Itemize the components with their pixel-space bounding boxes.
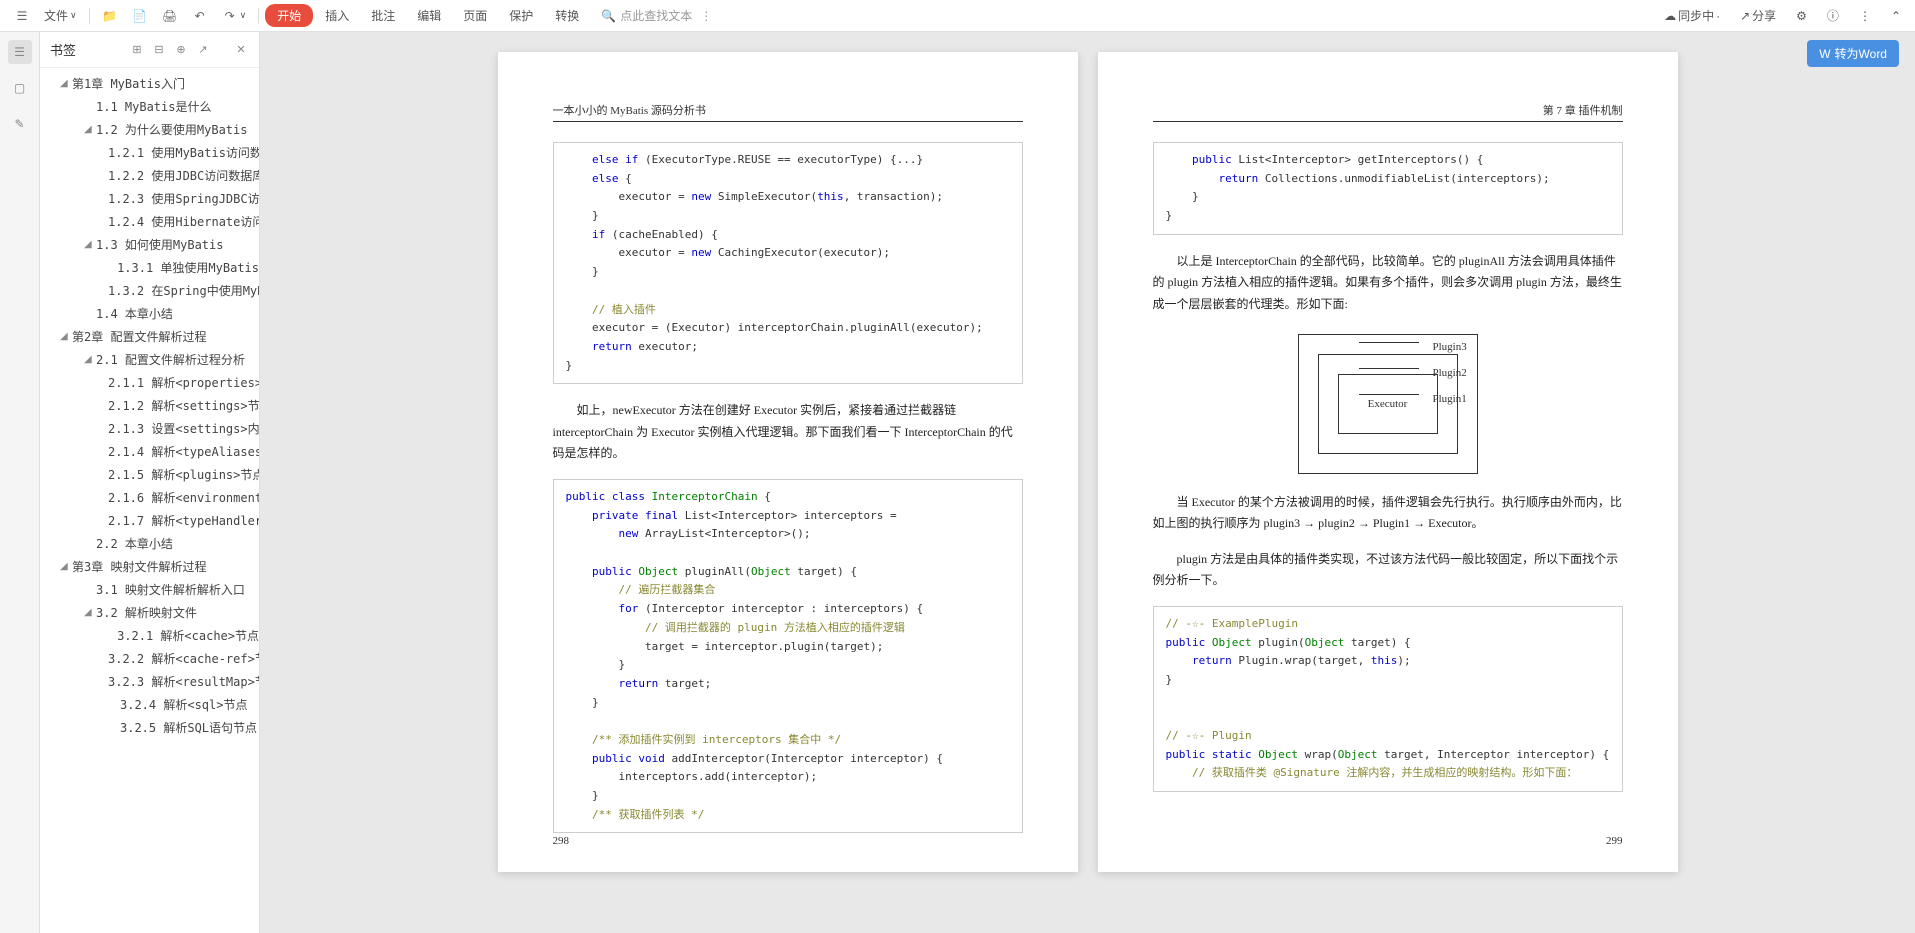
tree-item[interactable]: ◢2.1 配置文件解析过程分析 — [40, 348, 259, 371]
bm-tool-4[interactable]: ↗ — [195, 42, 211, 58]
code-block-1: else if (ExecutorType.REUSE == executorT… — [553, 142, 1023, 384]
code-block-2: public class InterceptorChain { private … — [553, 479, 1023, 833]
chapter-title: 第 7 章 插件机制 — [1543, 102, 1623, 118]
undo-icon[interactable]: ↶ — [186, 4, 214, 28]
tree-item[interactable]: 2.1.1 解析<properties>节点 — [40, 371, 259, 394]
paragraph: 当 Executor 的某个方法被调用的时候，插件逻辑会先行执行。执行顺序由外而… — [1153, 492, 1623, 535]
info-icon[interactable]: ⓘ — [1821, 3, 1845, 28]
tree-item[interactable]: 2.1.3 设置<settings>内容到Co… — [40, 417, 259, 440]
more-icon[interactable]: ⋮ — [1853, 5, 1877, 27]
tab-page[interactable]: 页面 — [453, 3, 497, 28]
save-icon[interactable]: 📄 — [126, 4, 154, 28]
word-icon: W — [1819, 47, 1830, 61]
document-viewport[interactable]: W 转为Word 一本小小的 MyBatis 源码分析书 else if (Ex… — [260, 32, 1915, 933]
side-icon-bar: ☰ ▢ ✎ — [0, 32, 40, 933]
page-number: 299 — [1606, 835, 1623, 847]
bookmarks-title: 书签 — [50, 40, 76, 59]
search-input[interactable]: 🔍 点此查找文本 ⋮ — [601, 7, 712, 24]
tree-item[interactable]: 1.2.4 使用Hibernate访问数据库 — [40, 210, 259, 233]
tree-item[interactable]: 1.2.3 使用SpringJDBC访问数据库 — [40, 187, 259, 210]
tab-review[interactable]: 批注 — [361, 3, 405, 28]
tree-item[interactable]: 1.3.2 在Spring中使用MyBatis — [40, 279, 259, 302]
nesting-diagram: Executor Plugin3 Plugin2 Plugin1 — [1153, 334, 1623, 474]
redo-icon[interactable]: ↷∨ — [216, 4, 253, 28]
tree-item[interactable]: 3.2.5 解析SQL语句节点 — [40, 716, 259, 739]
tree-item[interactable]: 3.2.1 解析<cache>节点 — [40, 624, 259, 647]
share-button[interactable]: ↗ 分享 — [1734, 3, 1782, 28]
tab-convert[interactable]: 转换 — [545, 3, 589, 28]
bm-tool-3[interactable]: ⊕ — [173, 42, 189, 58]
print-icon[interactable]: 🖨 — [156, 4, 184, 28]
book-title: 一本小小的 MyBatis 源码分析书 — [553, 102, 706, 118]
tree-item[interactable]: 1.4 本章小结 — [40, 302, 259, 325]
tree-item[interactable]: 2.1.4 解析<typeAliases>节点 — [40, 440, 259, 463]
convert-word-button[interactable]: W 转为Word — [1807, 40, 1899, 67]
share-icon: ↗ — [1740, 9, 1750, 23]
open-icon[interactable]: 📁 — [96, 4, 124, 28]
bookmarks-icon[interactable]: ☰ — [8, 40, 32, 64]
tree-item[interactable]: 3.1 映射文件解析解析入口 — [40, 578, 259, 601]
tree-item[interactable]: 3.2.4 解析<sql>节点 — [40, 693, 259, 716]
menu-icon[interactable]: ☰ — [8, 4, 36, 28]
page-number: 298 — [553, 835, 570, 847]
attach-icon[interactable]: ✎ — [8, 112, 32, 136]
bookmarks-tree: ◢第1章 MyBatis入门1.1 MyBatis是什么◢1.2 为什么要使用M… — [40, 68, 259, 933]
paragraph: 如上，newExecutor 方法在创建好 Executor 实例后，紧接着通过… — [553, 400, 1023, 465]
tab-insert[interactable]: 插入 — [315, 3, 359, 28]
page-left: 一本小小的 MyBatis 源码分析书 else if (ExecutorTyp… — [498, 52, 1078, 872]
tab-protect[interactable]: 保护 — [499, 3, 543, 28]
tree-item[interactable]: 3.2.3 解析<resultMap>节点 — [40, 670, 259, 693]
bm-tool-2[interactable]: ⊟ — [151, 42, 167, 58]
tree-item[interactable]: ◢1.3 如何使用MyBatis — [40, 233, 259, 256]
file-menu[interactable]: 文件 ∨ — [38, 3, 83, 28]
tab-start[interactable]: 开始 — [265, 4, 313, 27]
bookmarks-panel: 书签 ⊞ ⊟ ⊕ ↗ ✕ ◢第1章 MyBatis入门1.1 MyBatis是什… — [40, 32, 260, 933]
tree-item[interactable]: 1.1 MyBatis是什么 — [40, 95, 259, 118]
main-toolbar: ☰ 文件 ∨ 📁 📄 🖨 ↶ ↷∨ 开始 插入 批注 编辑 页面 保护 转换 🔍… — [0, 0, 1915, 32]
bm-tool-1[interactable]: ⊞ — [129, 42, 145, 58]
tree-item[interactable]: 2.1.5 解析<plugins>节点 — [40, 463, 259, 486]
tree-item[interactable]: 1.3.1 单独使用MyBatis — [40, 256, 259, 279]
cloud-icon: ☁ — [1664, 9, 1676, 23]
tree-item[interactable]: ◢第2章 配置文件解析过程 — [40, 325, 259, 348]
code-block-4: // -☆- ExamplePlugin public Object plugi… — [1153, 606, 1623, 792]
collapse-icon[interactable]: ⌃ — [1885, 5, 1907, 27]
page-right: 第 7 章 插件机制 public List<Interceptor> getI… — [1098, 52, 1678, 872]
tree-item[interactable]: ◢第3章 映射文件解析过程 — [40, 555, 259, 578]
tree-item[interactable]: 1.2.2 使用JDBC访问数据库 — [40, 164, 259, 187]
tree-item[interactable]: ◢3.2 解析映射文件 — [40, 601, 259, 624]
tree-item[interactable]: 2.1.6 解析<environments>节点 — [40, 486, 259, 509]
close-icon[interactable]: ✕ — [233, 42, 249, 58]
tree-item[interactable]: ◢1.2 为什么要使用MyBatis — [40, 118, 259, 141]
paragraph: plugin 方法是由具体的插件类实现，不过该方法代码一般比较固定，所以下面找个… — [1153, 549, 1623, 592]
tab-edit[interactable]: 编辑 — [407, 3, 451, 28]
code-block-3: public List<Interceptor> getInterceptors… — [1153, 142, 1623, 235]
paragraph: 以上是 InterceptorChain 的全部代码，比较简单。它的 plugi… — [1153, 251, 1623, 316]
tree-item[interactable]: 3.2.2 解析<cache-ref>节点 — [40, 647, 259, 670]
tree-item[interactable]: 2.1.7 解析<typeHandlers>节点 — [40, 509, 259, 532]
tree-item[interactable]: ◢第1章 MyBatis入门 — [40, 72, 259, 95]
search-icon: 🔍 — [601, 9, 616, 23]
thumbnails-icon[interactable]: ▢ — [8, 76, 32, 100]
sync-button[interactable]: ☁ 同步中 · — [1658, 3, 1726, 28]
tree-item[interactable]: 2.2 本章小结 — [40, 532, 259, 555]
tree-item[interactable]: 2.1.2 解析<settings>节点 — [40, 394, 259, 417]
settings-icon[interactable]: ⚙ — [1790, 5, 1813, 27]
tree-item[interactable]: 1.2.1 使用MyBatis访问数据库 — [40, 141, 259, 164]
